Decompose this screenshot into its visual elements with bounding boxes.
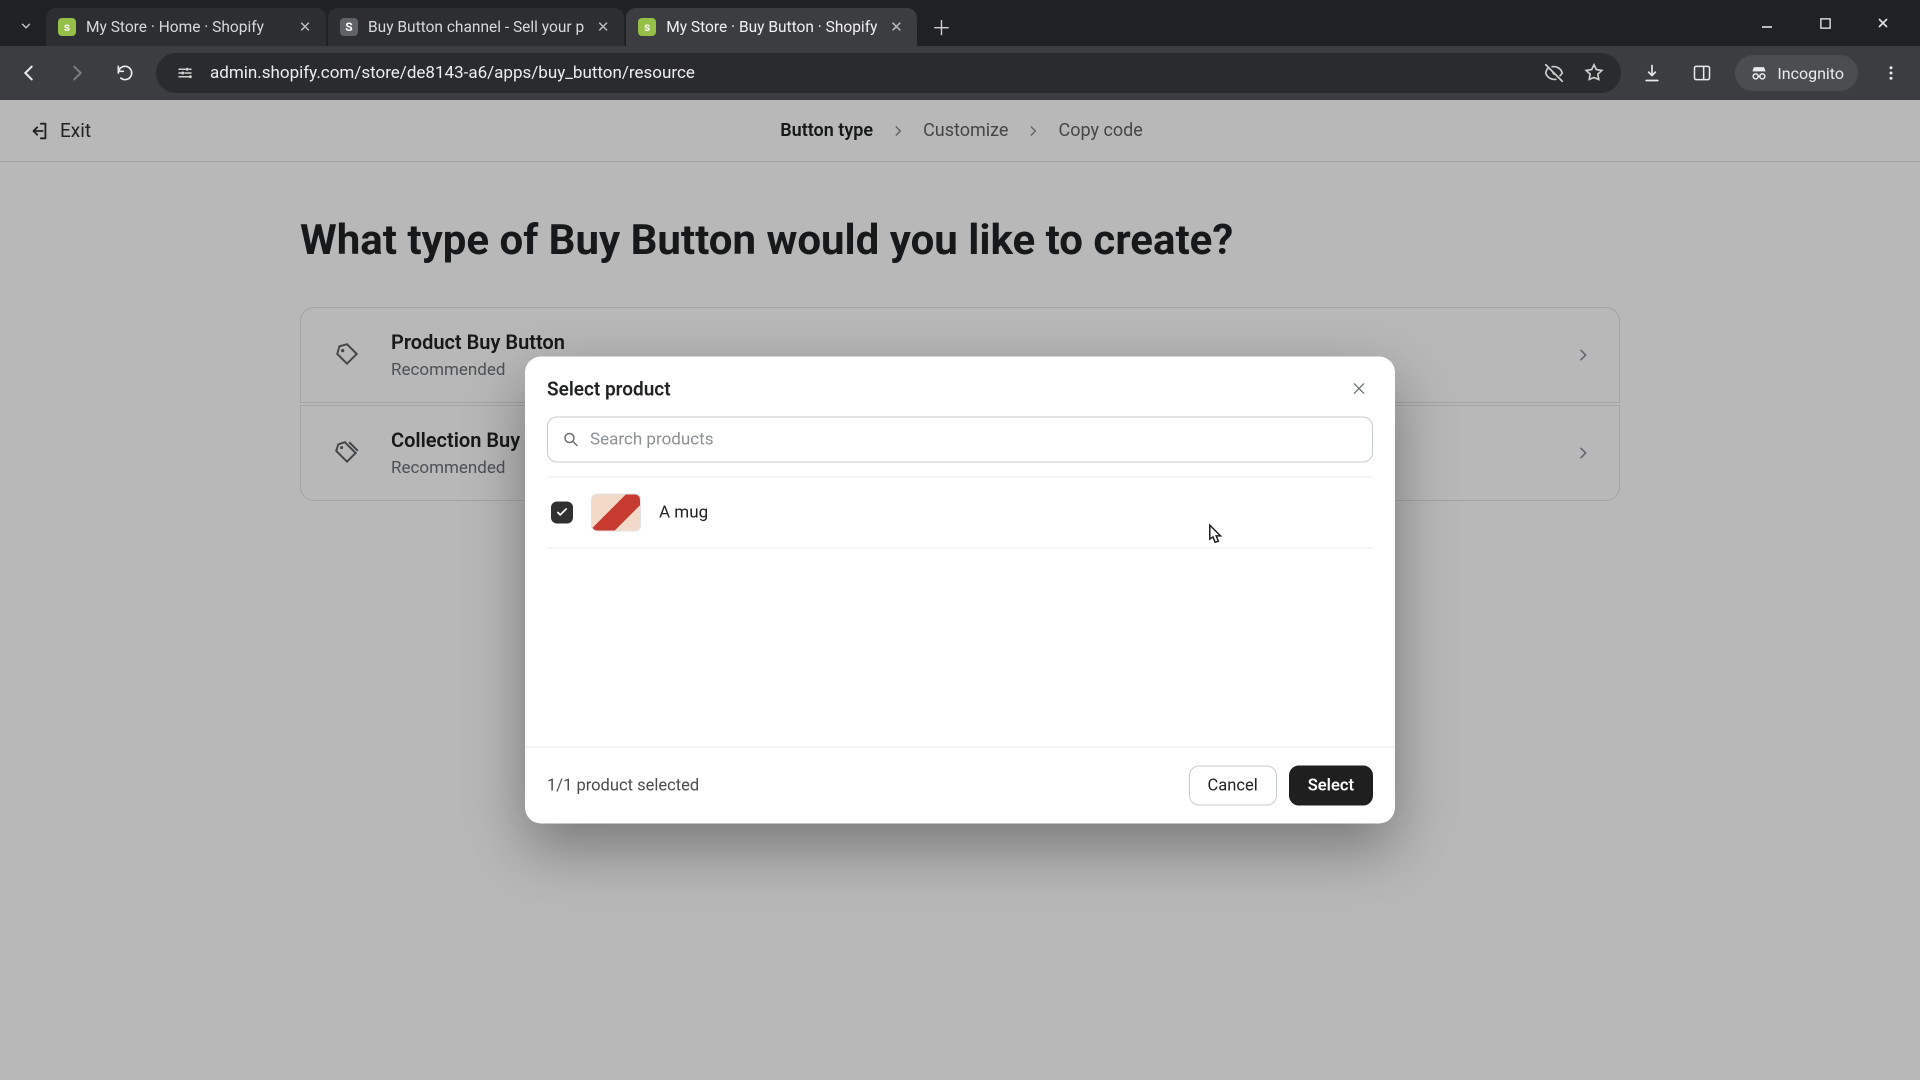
cancel-button[interactable]: Cancel [1189, 766, 1277, 806]
select-product-modal: Select product A mug [525, 357, 1395, 824]
browser-toolbar: admin.shopify.com/store/de8143-a6/apps/b… [0, 46, 1920, 100]
window-maximize-button[interactable] [1796, 3, 1854, 43]
product-name: A mug [659, 503, 708, 523]
close-icon [1876, 16, 1890, 30]
check-icon [555, 506, 569, 520]
generic-favicon-icon: S [340, 18, 358, 36]
reload-icon [115, 63, 135, 83]
product-list: A mug [547, 477, 1373, 549]
panel-icon [1692, 63, 1712, 83]
close-icon [1351, 381, 1367, 397]
select-button[interactable]: Select [1289, 766, 1373, 806]
address-bar[interactable]: admin.shopify.com/store/de8143-a6/apps/b… [156, 53, 1621, 93]
selection-count: 1/1 product selected [547, 776, 699, 795]
window-close-button[interactable] [1854, 3, 1912, 43]
download-icon [1642, 63, 1662, 83]
maximize-icon [1819, 17, 1832, 30]
product-search[interactable] [547, 417, 1373, 463]
modal-body: A mug [525, 417, 1395, 557]
tabs-search-button[interactable] [12, 12, 40, 40]
browser-chrome: s My Store · Home · Shopify ✕ S Buy Butt… [0, 0, 1920, 100]
modal-footer: 1/1 product selected Cancel Select [525, 747, 1395, 824]
product-thumbnail [591, 494, 641, 532]
select-label: Select [1308, 776, 1354, 795]
modal-header: Select product [525, 357, 1395, 417]
tab-close-button[interactable]: ✕ [887, 18, 905, 36]
incognito-label: Incognito [1777, 64, 1844, 83]
product-search-input[interactable] [590, 430, 1358, 450]
modal-close-button[interactable] [1345, 375, 1373, 403]
cancel-label: Cancel [1208, 776, 1258, 795]
tab-title: My Store · Home · Shopify [86, 18, 286, 36]
chevron-down-icon [19, 19, 33, 33]
browser-tab[interactable]: S Buy Button channel - Sell your p ✕ [328, 8, 624, 46]
product-row[interactable]: A mug [547, 478, 1373, 549]
browser-tab[interactable]: s My Store · Buy Button · Shopify ✕ [626, 8, 917, 46]
shopify-favicon-icon: s [58, 18, 76, 36]
modal-spacer [525, 557, 1395, 747]
sidepanel-button[interactable] [1685, 56, 1719, 90]
downloads-button[interactable] [1635, 56, 1669, 90]
tune-icon [176, 64, 194, 82]
bookmark-star-button[interactable] [1583, 62, 1605, 84]
tab-close-button[interactable]: ✕ [594, 18, 612, 36]
tab-title: My Store · Buy Button · Shopify [666, 18, 877, 36]
forward-button[interactable] [60, 56, 94, 90]
window-minimize-button[interactable] [1738, 3, 1796, 43]
incognito-chip[interactable]: Incognito [1735, 55, 1858, 91]
modal-title: Select product [547, 377, 671, 400]
browser-tab[interactable]: s My Store · Home · Shopify ✕ [46, 8, 326, 46]
incognito-icon [1749, 63, 1769, 83]
window-controls [1738, 0, 1912, 46]
page: Exit Button type Customize Copy code Wha… [0, 100, 1920, 1080]
url-text: admin.shopify.com/store/de8143-a6/apps/b… [210, 63, 1531, 83]
tab-title: Buy Button channel - Sell your p [368, 18, 584, 36]
tab-strip: s My Store · Home · Shopify ✕ S Buy Butt… [0, 0, 1920, 46]
search-icon [562, 431, 580, 449]
reload-button[interactable] [108, 56, 142, 90]
shopify-favicon-icon: s [638, 18, 656, 36]
eye-off-icon[interactable] [1543, 62, 1565, 84]
new-tab-button[interactable]: ＋ [925, 10, 957, 42]
back-button[interactable] [12, 56, 46, 90]
site-info-button[interactable] [172, 60, 198, 86]
arrow-right-icon [66, 62, 88, 84]
tab-close-button[interactable]: ✕ [296, 18, 314, 36]
product-checkbox[interactable] [551, 502, 573, 524]
arrow-left-icon [18, 62, 40, 84]
browser-menu-button[interactable] [1874, 56, 1908, 90]
minimize-icon [1760, 16, 1774, 30]
kebab-icon [1882, 64, 1900, 82]
